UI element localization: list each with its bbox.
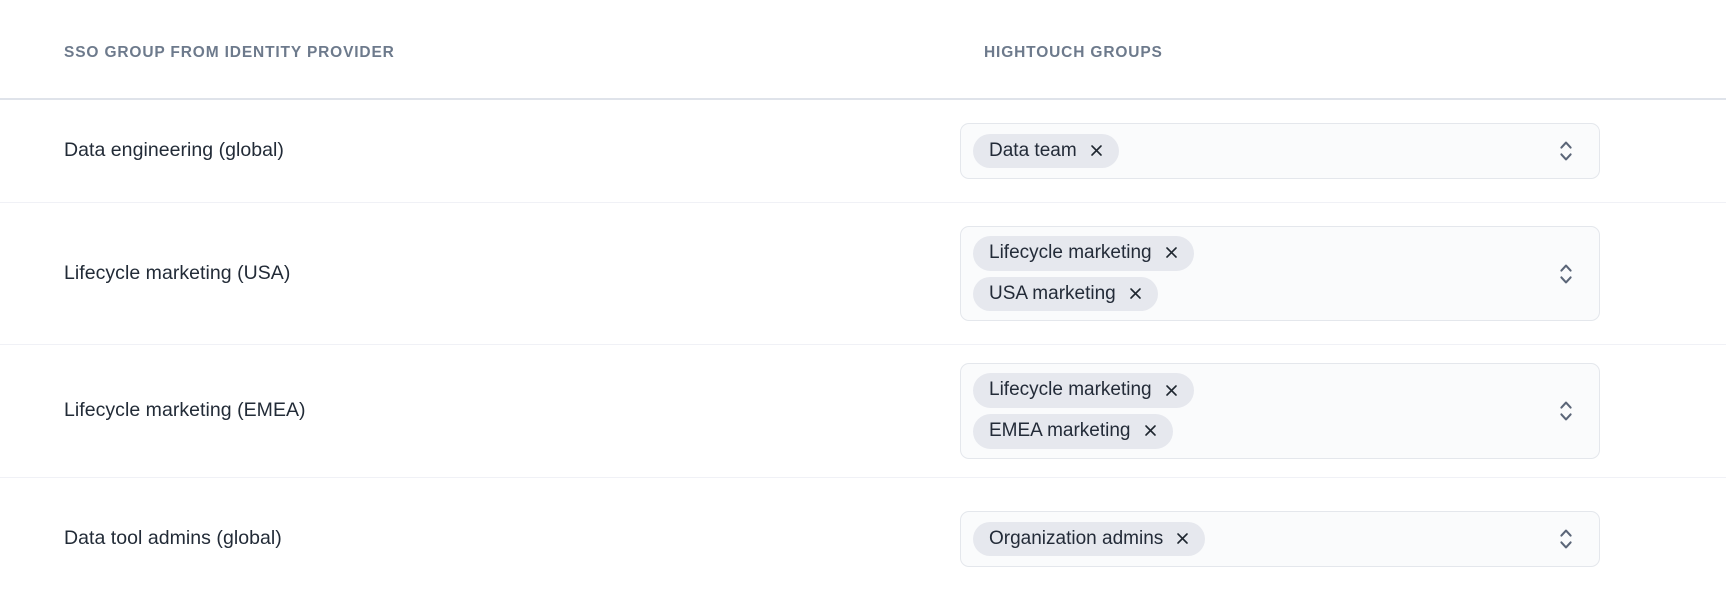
selected-tags-list: Lifecycle marketing EMEA marketing [973, 373, 1545, 449]
selected-tags-list: Lifecycle marketing USA marketing [973, 235, 1545, 312]
table-body: Data engineering (global) Data team Life… [0, 100, 1726, 600]
chevron-up-down-icon[interactable] [1553, 134, 1579, 168]
table-row: Lifecycle marketing (USA) Lifecycle mark… [0, 203, 1726, 345]
hightouch-groups-cell: Organization admins [960, 511, 1662, 567]
close-icon[interactable] [1127, 285, 1144, 302]
close-icon[interactable] [1174, 530, 1191, 547]
selected-tags-list: Organization admins [973, 521, 1545, 557]
group-tag: EMEA marketing [973, 414, 1173, 449]
table-header-row: SSO GROUP FROM IDENTITY PROVIDER HIGHTOU… [0, 0, 1726, 100]
column-header-hightouch-groups: HIGHTOUCH GROUPS [984, 44, 1163, 61]
sso-group-label: Data tool admins (global) [64, 527, 282, 550]
group-tag-label: EMEA marketing [989, 420, 1131, 441]
hightouch-groups-cell: Lifecycle marketing USA marketing [960, 225, 1662, 322]
column-header-sso-group: SSO GROUP FROM IDENTITY PROVIDER [64, 44, 395, 61]
close-icon[interactable] [1142, 422, 1159, 439]
group-tag: Lifecycle marketing [973, 373, 1194, 408]
group-tag-label: USA marketing [989, 282, 1116, 304]
hightouch-groups-multiselect[interactable]: Lifecycle marketing USA marketing [960, 225, 1600, 322]
hightouch-groups-multiselect[interactable]: Lifecycle marketing EMEA marketing [960, 363, 1600, 459]
sso-group-mapping-table: SSO GROUP FROM IDENTITY PROVIDER HIGHTOU… [0, 0, 1726, 600]
group-tag: USA marketing [973, 276, 1158, 312]
hightouch-groups-multiselect[interactable]: Data team [960, 123, 1600, 179]
hightouch-groups-cell: Data team [960, 123, 1662, 179]
group-tag-label: Lifecycle marketing [989, 379, 1152, 401]
hightouch-groups-cell: Lifecycle marketing EMEA marketing [960, 363, 1662, 459]
hightouch-groups-multiselect[interactable]: Organization admins [960, 511, 1600, 567]
sso-group-label: Data engineering (global) [64, 139, 284, 162]
sso-group-label: Lifecycle marketing (USA) [64, 261, 291, 284]
chevron-up-down-icon[interactable] [1553, 394, 1579, 428]
close-icon[interactable] [1163, 382, 1180, 399]
chevron-up-down-icon[interactable] [1553, 257, 1579, 291]
group-tag: Data team [973, 133, 1119, 169]
group-tag-label: Data team [989, 139, 1077, 161]
chevron-up-down-icon[interactable] [1553, 522, 1579, 556]
sso-group-label: Lifecycle marketing (EMEA) [64, 399, 306, 422]
group-tag: Lifecycle marketing [973, 235, 1194, 271]
close-icon[interactable] [1163, 244, 1180, 261]
selected-tags-list: Data team [973, 133, 1545, 169]
group-tag-label: Lifecycle marketing [989, 241, 1152, 263]
table-row: Data tool admins (global) Organization a… [0, 478, 1726, 600]
group-tag: Organization admins [973, 521, 1206, 557]
group-tag-label: Organization admins [989, 527, 1164, 549]
table-row: Lifecycle marketing (EMEA) Lifecycle mar… [0, 345, 1726, 478]
table-row: Data engineering (global) Data team [0, 100, 1726, 203]
close-icon[interactable] [1088, 142, 1105, 159]
